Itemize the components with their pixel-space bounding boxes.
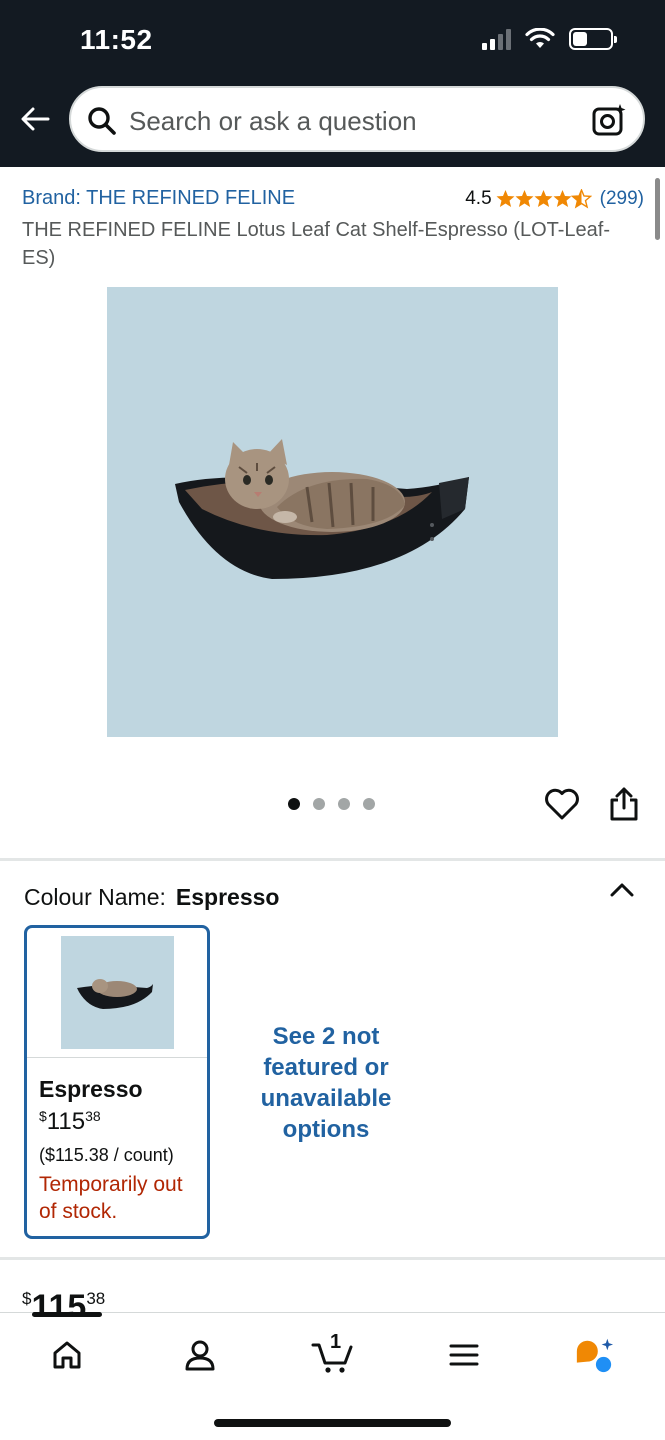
rating-value: 4.5 [465, 187, 492, 209]
rufus-icon [576, 1338, 614, 1373]
colour-selected: Espresso [175, 884, 280, 910]
search-input[interactable]: Search or ask a question [69, 86, 645, 152]
price-symbol: $ [39, 1108, 47, 1124]
price-whole: 115 [46, 1108, 86, 1135]
carousel-dot[interactable] [288, 798, 300, 810]
swatch-stock-status: Temporarily out of stock. [39, 1173, 183, 1223]
cart-count-badge: 1 [330, 1331, 342, 1353]
nav-home[interactable] [47, 1335, 87, 1375]
swatch-separator [27, 1057, 207, 1058]
rating-summary[interactable]: 4.5 (299) [465, 188, 644, 210]
section-divider [0, 858, 665, 861]
battery-icon [569, 28, 617, 50]
colour-name-label: Colour Name: Espresso [24, 884, 279, 911]
swatch-thumbnail [61, 936, 174, 1049]
account-icon [185, 1340, 215, 1371]
bottom-nav: 1 [0, 1312, 665, 1440]
wifi-icon [525, 28, 555, 48]
scroll-indicator [655, 178, 660, 240]
carousel-dot[interactable] [338, 798, 350, 810]
colour-option-espresso[interactable]: Espresso $11538 ($115.38 / count) Tempor… [24, 925, 210, 1239]
nav-cart[interactable]: 1 [311, 1331, 357, 1375]
review-count: (299) [599, 187, 644, 209]
status-icons [482, 28, 617, 50]
heart-icon[interactable] [544, 787, 580, 821]
back-arrow-icon[interactable] [18, 102, 52, 136]
see-more-options-link[interactable]: See 2 not featured or unavailable option… [236, 1021, 416, 1145]
price-fraction: 38 [85, 1108, 101, 1124]
brand-link[interactable]: Brand: THE REFINED FELINE [22, 187, 295, 210]
price-whole: 115 [31, 1288, 87, 1312]
menu-icon [449, 1344, 479, 1366]
nav-menu[interactable] [444, 1335, 484, 1375]
nav-rufus[interactable] [574, 1335, 614, 1375]
chevron-up-icon[interactable] [608, 878, 636, 902]
image-carousel-dots[interactable] [288, 798, 375, 810]
home-indicator [214, 1419, 451, 1427]
swatch-price: $11538 [39, 1108, 101, 1136]
home-icon [53, 1341, 81, 1369]
active-tab-indicator [32, 1312, 102, 1317]
carousel-dot[interactable] [363, 798, 375, 810]
carousel-dot[interactable] [313, 798, 325, 810]
star-rating-icon [496, 188, 592, 209]
nav-account[interactable] [180, 1335, 220, 1375]
brand-row: Brand: THE REFINED FELINE 4.5 (299) [22, 187, 644, 210]
search-icon [88, 107, 116, 135]
top-header: 11:52 Search or ask a question [0, 0, 665, 167]
product-image[interactable] [107, 287, 558, 737]
swatch-unit-price: ($115.38 / count) [39, 1145, 174, 1165]
colour-label-text: Colour Name: [24, 884, 166, 910]
swatch-name: Espresso [39, 1076, 143, 1102]
price-display: $11538 [22, 1288, 105, 1312]
camera-lens-icon[interactable] [591, 102, 627, 138]
price-fraction: 38 [86, 1289, 106, 1308]
section-divider [0, 1257, 665, 1260]
signal-icon [482, 28, 511, 50]
share-icon[interactable] [608, 786, 640, 822]
status-time: 11:52 [80, 24, 153, 55]
product-title: THE REFINED FELINE Lotus Leaf Cat Shelf-… [22, 219, 610, 269]
search-placeholder: Search or ask a question [129, 106, 417, 136]
